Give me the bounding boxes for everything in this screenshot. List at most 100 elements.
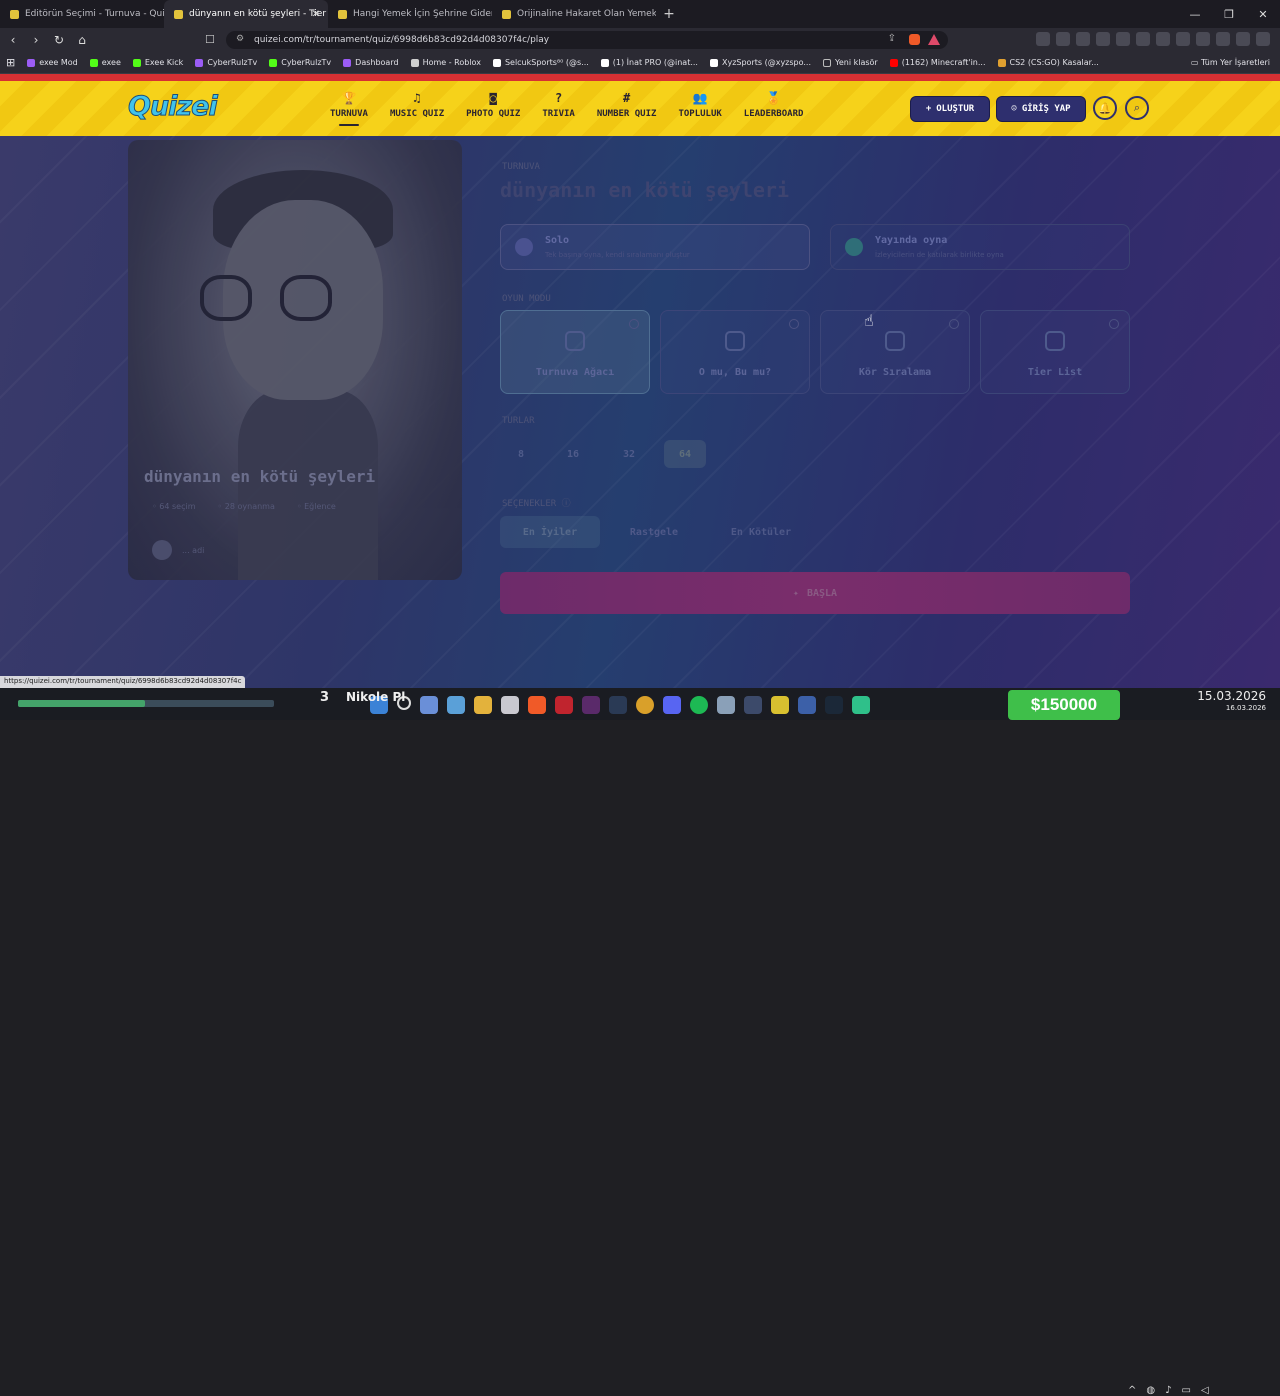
steam-icon[interactable] — [609, 696, 627, 714]
mic-icon[interactable]: ♪ — [1165, 1385, 1171, 1396]
extension-icon[interactable] — [1036, 32, 1050, 46]
extension-icon[interactable] — [1176, 32, 1190, 46]
browser-tab[interactable]: Hangi Yemek İçin Şehrine Gidersin? — [328, 0, 492, 28]
volume-icon[interactable]: ◁ — [1201, 1385, 1209, 1396]
bookmark-item[interactable]: CyberRulzTv — [189, 58, 263, 67]
extension-icon[interactable] — [1136, 32, 1150, 46]
all-bookmarks-folder[interactable]: ▭ Tüm Yer İşaretleri — [1191, 58, 1270, 67]
bookmark-item[interactable]: XyzSports (@xyzspo... — [704, 58, 817, 67]
clock[interactable]: 15.03.2026 16.03.2026 — [1197, 690, 1266, 714]
start-button[interactable]: ✦ BAŞLA — [500, 572, 1130, 614]
close-tab-icon[interactable]: ✕ — [312, 9, 320, 20]
widgets-icon[interactable] — [420, 696, 438, 714]
forward-icon[interactable]: › — [26, 33, 46, 47]
spotify-icon[interactable] — [690, 696, 708, 714]
sort-option-selected[interactable]: En İyiler — [500, 516, 600, 548]
browser-tab-active[interactable]: dünyanın en kötü şeyleri - Tier Li ✕ — [164, 0, 328, 28]
extension-icon[interactable] — [1096, 32, 1110, 46]
reload-icon[interactable]: ↻ — [49, 33, 69, 47]
game-mode-kor-siralama[interactable]: Kör Sıralama — [820, 310, 970, 394]
nav-item-leaderboard[interactable]: 🏅 LEADERBOARD — [744, 91, 804, 126]
round-option[interactable]: 32 — [608, 440, 650, 468]
create-button[interactable]: + OLUŞTUR — [910, 96, 990, 122]
game-mode-tier-list[interactable]: Tier List — [980, 310, 1130, 394]
site-info-icon[interactable]: ⚙ — [236, 34, 244, 44]
nav-item-turnuva[interactable]: 🏆 TURNUVA — [330, 91, 368, 126]
chevron-up-icon[interactable]: ^ — [1128, 1385, 1136, 1396]
extension-icon[interactable] — [1156, 32, 1170, 46]
bookmark-folder[interactable]: Yeni klasör — [817, 58, 884, 67]
app-icon[interactable] — [744, 696, 762, 714]
chrome-icon[interactable] — [636, 696, 654, 714]
nav-item-topluluk[interactable]: 👥 TOPLULUK — [678, 91, 721, 126]
brave-rewards-icon[interactable] — [928, 34, 940, 45]
address-bar[interactable]: ⚙ quizei.com/tr/tournament/quiz/6998d6b8… — [226, 31, 948, 49]
extension-icon[interactable] — [1116, 32, 1130, 46]
close-window-icon[interactable]: ✕ — [1246, 0, 1280, 28]
notifications-button[interactable]: 🔔 — [1093, 96, 1117, 120]
cover-author[interactable]: ... adi — [152, 540, 204, 560]
bookmark-item[interactable]: CyberRulzTv — [263, 58, 337, 67]
radio-icon — [629, 319, 639, 329]
bookmark-item[interactable]: (1162) Minecraft'in... — [884, 58, 992, 67]
discord-icon[interactable] — [663, 696, 681, 714]
network-icon[interactable]: ◍ — [1146, 1385, 1155, 1396]
quizei-logo[interactable]: Quizei — [128, 91, 219, 123]
bookmark-item[interactable]: exee — [84, 58, 127, 67]
bookmark-item[interactable]: (1) İnat PRO (@inat... — [595, 58, 704, 67]
app-icon[interactable] — [798, 696, 816, 714]
bookmark-item[interactable]: Dashboard — [337, 58, 404, 67]
bookmark-item[interactable]: Home - Roblox — [405, 58, 487, 67]
apps-icon[interactable]: ⊞ — [0, 56, 21, 69]
bookmark-item[interactable]: SelcukSports⁸⁰ (@s... — [487, 58, 595, 67]
extension-icon[interactable] — [1236, 32, 1250, 46]
extension-icon[interactable] — [1076, 32, 1090, 46]
app-icon[interactable] — [582, 696, 600, 714]
nav-item-photo-quiz[interactable]: ◙ PHOTO QUIZ — [466, 91, 520, 126]
round-option-selected[interactable]: 64 — [664, 440, 706, 468]
login-button[interactable]: ☺ GİRİŞ YAP — [996, 96, 1086, 122]
game-mode-o-mu-bu-mu[interactable]: O mu, Bu mu? — [660, 310, 810, 394]
nav-item-number-quiz[interactable]: # NUMBER QUIZ — [597, 91, 657, 126]
bookmark-favicon-icon — [600, 58, 609, 67]
nav-item-trivia[interactable]: ? TRIVIA — [542, 91, 575, 126]
sort-option[interactable]: Rastgele — [608, 516, 700, 548]
browser-tab[interactable]: Orijinaline Hakaret Olan Yemek - Tier — [492, 0, 656, 28]
info-icon[interactable]: ⓘ — [562, 499, 571, 509]
file-explorer-icon[interactable] — [474, 696, 492, 714]
app-icon[interactable] — [771, 696, 789, 714]
brave-shield-icon[interactable] — [909, 34, 920, 45]
display-icon[interactable]: ▭ — [1182, 1385, 1191, 1396]
bookmark-item[interactable]: exee Mod — [21, 58, 84, 67]
menu-icon[interactable] — [1256, 32, 1270, 46]
brave-icon[interactable] — [528, 696, 546, 714]
bookmark-icon[interactable]: ☐ — [205, 33, 215, 46]
restore-icon[interactable]: ❐ — [1212, 0, 1246, 28]
bookmark-item[interactable]: CS2 (CS:GO) Kasalar... — [992, 58, 1105, 67]
bookmark-item[interactable]: Exee Kick — [127, 58, 189, 67]
app-icon[interactable] — [717, 696, 735, 714]
valorant-icon[interactable] — [555, 696, 573, 714]
mode-stream[interactable]: Yayında oyna İzleyicilerin de katılarak … — [830, 224, 1130, 270]
game-mode-turnuva-agaci[interactable]: Turnuva Ağacı — [500, 310, 650, 394]
nav-item-music-quiz[interactable]: ♫ MUSIC QUIZ — [390, 91, 444, 126]
site-top-accent-bar — [0, 74, 1280, 81]
mode-solo[interactable]: Solo Tek başına oyna, kendi sıralamanı o… — [500, 224, 810, 270]
extension-icon[interactable] — [1216, 32, 1230, 46]
home-icon[interactable]: ⌂ — [72, 33, 92, 47]
back-icon[interactable]: ‹ — [3, 33, 23, 47]
sort-option[interactable]: En Kötüler — [708, 516, 814, 548]
extension-icon[interactable] — [1056, 32, 1070, 46]
extension-icon[interactable] — [1196, 32, 1210, 46]
round-option[interactable]: 16 — [552, 440, 594, 468]
app-icon[interactable] — [852, 696, 870, 714]
steam-icon[interactable] — [825, 696, 843, 714]
search-button[interactable]: ⌕ — [1125, 96, 1149, 120]
round-option[interactable]: 8 — [500, 440, 542, 468]
minimize-icon[interactable]: — — [1178, 0, 1212, 28]
new-tab-button[interactable]: + — [656, 6, 682, 22]
share-icon[interactable]: ⇪ — [888, 33, 896, 44]
browser-tab[interactable]: Editörün Seçimi - Turnuva - Quizei — [0, 0, 164, 28]
screenshot-icon[interactable] — [447, 696, 465, 714]
store-icon[interactable] — [501, 696, 519, 714]
